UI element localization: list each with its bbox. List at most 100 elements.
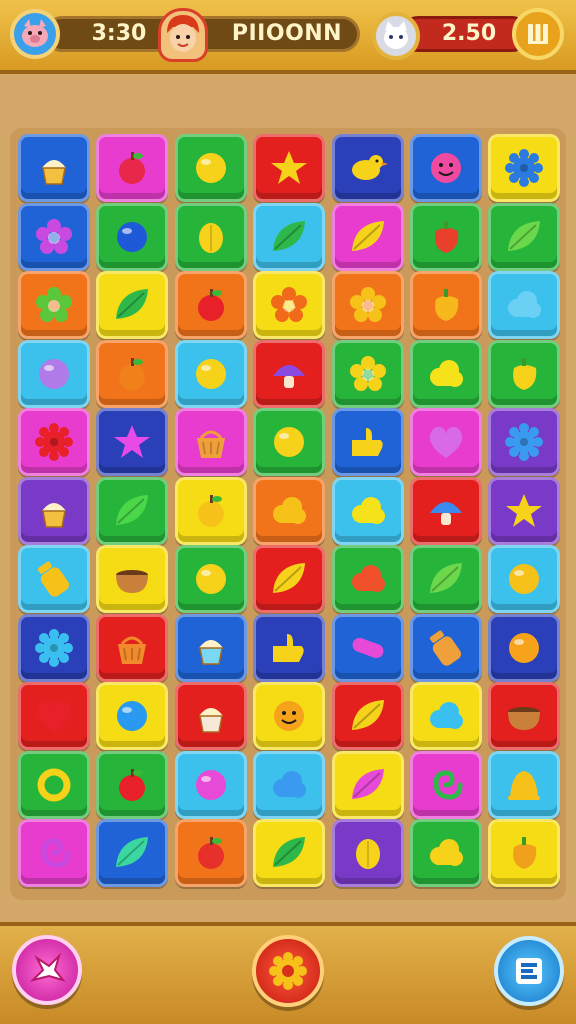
- apple-icon: [119, 357, 146, 390]
- flower-icon: [36, 287, 72, 322]
- board-tile[interactable]: [488, 476, 561, 545]
- board-tile[interactable]: [410, 202, 482, 271]
- board-tile[interactable]: [96, 819, 169, 887]
- board-tile[interactable]: [331, 476, 404, 545]
- board-tile[interactable]: [96, 545, 169, 613]
- swirl-icon: [41, 838, 71, 868]
- board-tile[interactable]: [18, 819, 90, 887]
- board-tile[interactable]: [96, 613, 169, 682]
- board-tile[interactable]: [18, 134, 90, 202]
- board-tile[interactable]: [253, 613, 326, 682]
- board-tile[interactable]: [174, 682, 247, 750]
- board-tile[interactable]: [488, 750, 561, 819]
- board-tile[interactable]: [253, 271, 326, 339]
- board-tile[interactable]: [174, 134, 247, 202]
- ring-icon: [37, 768, 71, 801]
- cat-avatar-icon[interactable]: [372, 12, 420, 60]
- board-tile[interactable]: [488, 545, 561, 613]
- board-tile[interactable]: [18, 408, 90, 476]
- flower-icon: [271, 287, 308, 322]
- board-tile[interactable]: [331, 750, 404, 819]
- thumb-icon: [351, 428, 383, 456]
- cloud-icon: [508, 291, 542, 318]
- board-tile[interactable]: [96, 682, 169, 750]
- board-tile[interactable]: [331, 682, 404, 750]
- board-tile[interactable]: [96, 476, 169, 545]
- board-tile[interactable]: [410, 819, 482, 887]
- board-tile[interactable]: [488, 819, 561, 887]
- board-tile[interactable]: [488, 202, 561, 271]
- board-tile[interactable]: [18, 545, 90, 613]
- board-tile[interactable]: [410, 271, 482, 339]
- board-tile[interactable]: [18, 271, 90, 339]
- cupcake-icon: [198, 708, 223, 733]
- board-tile[interactable]: [331, 134, 404, 202]
- board-tile[interactable]: [488, 682, 561, 750]
- board-tile[interactable]: [174, 613, 247, 682]
- board-tile[interactable]: [331, 613, 404, 682]
- player-avatar-icon[interactable]: [158, 8, 208, 62]
- board-tile[interactable]: [488, 339, 561, 408]
- board-tile[interactable]: [331, 408, 404, 476]
- board-tile[interactable]: [18, 476, 90, 545]
- board-tile[interactable]: [96, 134, 169, 202]
- board-tile[interactable]: [331, 339, 404, 408]
- board-tile[interactable]: [410, 476, 482, 545]
- board-tile[interactable]: [331, 202, 404, 271]
- board-tile[interactable]: [253, 476, 326, 545]
- menu-icon: [516, 958, 542, 984]
- board-tile[interactable]: [488, 613, 561, 682]
- board-tile[interactable]: [174, 408, 247, 476]
- board-tile[interactable]: [331, 545, 404, 613]
- board-tile[interactable]: [96, 408, 169, 476]
- board-tile[interactable]: [410, 408, 482, 476]
- heart-icon: [37, 700, 71, 732]
- board-tile[interactable]: [174, 271, 247, 339]
- board-tile[interactable]: [18, 202, 90, 271]
- board-tile[interactable]: [174, 750, 247, 819]
- board-tile[interactable]: [410, 134, 482, 202]
- board-tile[interactable]: [488, 134, 561, 202]
- pig-avatar-icon[interactable]: [10, 9, 60, 59]
- settings-button[interactable]: [252, 935, 324, 1007]
- board-tile[interactable]: [18, 682, 90, 750]
- board-tile[interactable]: [410, 339, 482, 408]
- ball-icon: [117, 221, 148, 252]
- board-tile[interactable]: [174, 476, 247, 545]
- pause-button[interactable]: [512, 8, 564, 60]
- flower-icon: [36, 218, 72, 254]
- board-tile[interactable]: [253, 339, 326, 408]
- apple-icon: [197, 837, 224, 869]
- board-tile[interactable]: [18, 750, 90, 819]
- board-tile[interactable]: [253, 750, 326, 819]
- board-tile[interactable]: [253, 545, 326, 613]
- board-tile[interactable]: [410, 613, 482, 682]
- board-tile[interactable]: [410, 750, 482, 819]
- apple-icon: [197, 289, 224, 321]
- board-tile[interactable]: [96, 339, 169, 408]
- board-tile[interactable]: [18, 613, 90, 682]
- board-tile[interactable]: [488, 408, 561, 476]
- board-tile[interactable]: [331, 819, 404, 887]
- board-tile[interactable]: [410, 682, 482, 750]
- board-tile[interactable]: [253, 819, 326, 887]
- board-tile[interactable]: [96, 202, 169, 271]
- board-tile[interactable]: [174, 202, 247, 271]
- board-tile[interactable]: [331, 271, 404, 339]
- board-tile[interactable]: [96, 750, 169, 819]
- board-tile[interactable]: [488, 271, 561, 339]
- shuffle-button[interactable]: [12, 935, 82, 1005]
- board-tile[interactable]: [174, 545, 247, 613]
- board-tile[interactable]: [18, 339, 90, 408]
- game-board: [10, 128, 566, 900]
- board-tile[interactable]: [96, 271, 169, 339]
- board-tile[interactable]: [410, 545, 482, 613]
- menu-button[interactable]: [494, 936, 564, 1006]
- board-tile[interactable]: [253, 134, 326, 202]
- board-tile[interactable]: [253, 682, 326, 750]
- board-tile[interactable]: [174, 339, 247, 408]
- board-tile[interactable]: [174, 819, 247, 887]
- board-tile[interactable]: [253, 408, 326, 476]
- mushroom-icon: [430, 501, 462, 525]
- board-tile[interactable]: [253, 202, 326, 271]
